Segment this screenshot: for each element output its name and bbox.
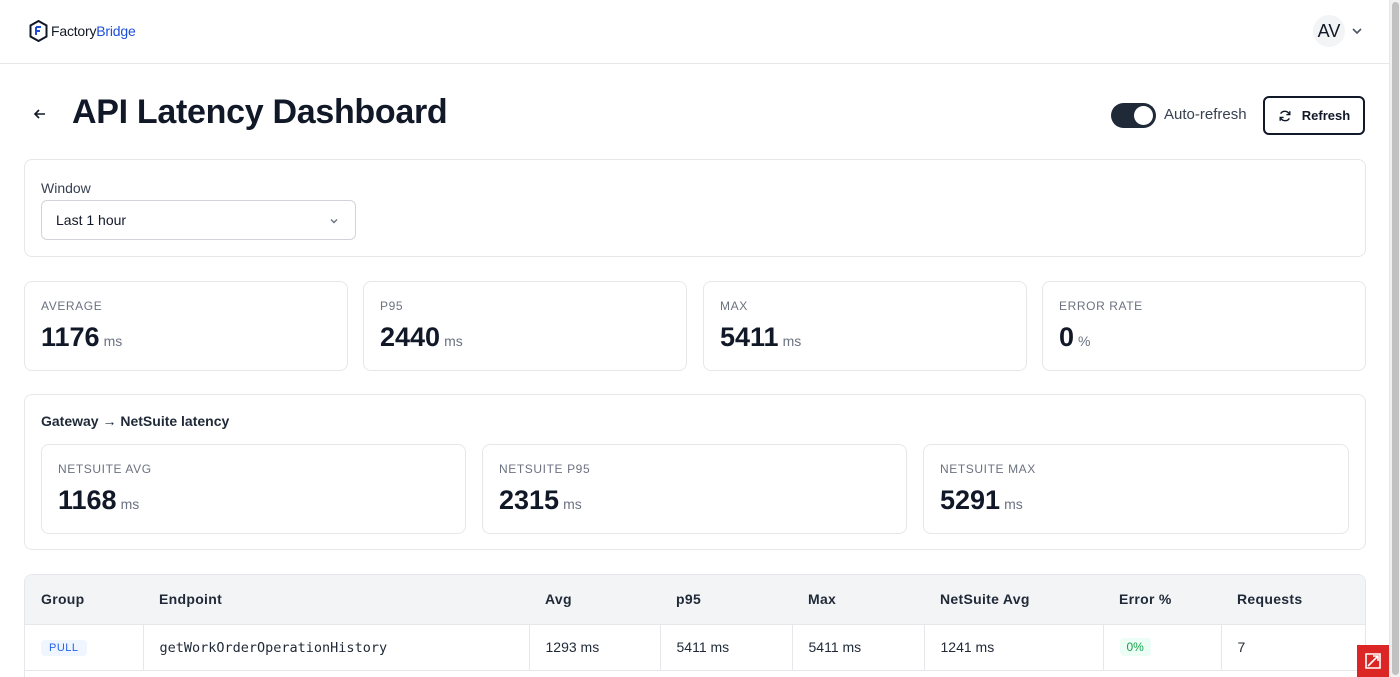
chevron-down-icon[interactable]	[1350, 24, 1364, 38]
column-header-max[interactable]: Max	[792, 575, 924, 625]
stat-value: 5411	[720, 322, 779, 352]
cell-avg: 1293 ms	[529, 624, 661, 671]
stat-unit: ms	[782, 333, 802, 349]
stat-unit: %	[1078, 333, 1091, 349]
top-bar: FactoryBridge AV	[0, 0, 1389, 64]
stat-unit: ms	[444, 333, 463, 349]
stat-unit: ms	[120, 496, 140, 512]
stat-unit: ms	[103, 333, 123, 349]
window-select[interactable]: Last 1 hour	[41, 200, 356, 240]
user-avatar[interactable]: AV	[1313, 15, 1345, 47]
stat-value: 2440	[380, 322, 441, 352]
table-row[interactable]: PULL getWorkOrderOperationHistory 1293 m…	[25, 624, 1365, 671]
toggle-knob	[1134, 106, 1153, 125]
factorybridge-logo-icon	[29, 20, 48, 42]
stat-value: 5291	[940, 485, 1001, 515]
stat-card-netsuite-max: NETSUITE MAX 5291 ms	[923, 444, 1349, 534]
endpoint-name: getWorkOrderOperationHistory	[159, 639, 388, 656]
stat-label: NETSUITE P95	[499, 462, 591, 476]
column-header-p95[interactable]: p95	[660, 575, 792, 625]
auto-refresh-toggle[interactable]	[1111, 103, 1156, 128]
extension-icon[interactable]	[1357, 645, 1389, 677]
stat-label: ERROR RATE	[1059, 299, 1143, 313]
column-header-group[interactable]: Group	[25, 575, 143, 625]
stat-unit: ms	[1004, 496, 1023, 512]
page-title: API Latency Dashboard	[72, 93, 448, 131]
column-header-error[interactable]: Error %	[1103, 575, 1221, 625]
table-header-row: Group Endpoint Avg p95 Max NetSuite Avg …	[25, 575, 1365, 625]
stat-card-max: MAX 5411 ms	[703, 281, 1027, 371]
stat-card-p95: P95 2440 ms	[363, 281, 687, 371]
arrow-left-icon	[33, 109, 45, 119]
brand-name: FactoryBridge	[51, 23, 136, 39]
stat-value: 2315	[499, 485, 560, 515]
stat-value: 1168	[58, 485, 117, 515]
column-header-endpoint[interactable]: Endpoint	[143, 575, 529, 625]
window-label: Window	[41, 180, 91, 196]
gateway-latency-card: Gateway → NetSuite latency NETSUITE AVG …	[24, 394, 1366, 550]
stat-value: 1176	[41, 322, 100, 352]
cell-max: 5411 ms	[792, 624, 925, 671]
refresh-label: Refresh	[1301, 108, 1351, 123]
cell-p95: 5411 ms	[660, 624, 793, 671]
page-scrollbar[interactable]	[1389, 0, 1400, 677]
auto-refresh-label: Auto-refresh	[1164, 106, 1247, 123]
stat-label: P95	[380, 299, 404, 313]
stat-unit: ms	[563, 496, 582, 512]
expand-icon	[1365, 653, 1381, 669]
column-header-requests[interactable]: Requests	[1221, 575, 1365, 625]
column-header-avg[interactable]: Avg	[529, 575, 660, 625]
brand-logo[interactable]: FactoryBridge	[29, 20, 136, 42]
group-badge: PULL	[41, 640, 87, 656]
window-select-value: Last 1 hour	[56, 212, 127, 228]
refresh-icon	[1279, 110, 1291, 121]
stat-value: 0	[1059, 322, 1075, 352]
back-button[interactable]	[30, 104, 50, 124]
stat-card-average: AVERAGE 1176 ms	[24, 281, 348, 371]
cell-endpoint: getWorkOrderOperationHistory	[143, 624, 530, 671]
column-header-netsuite-avg[interactable]: NetSuite Avg	[924, 575, 1103, 625]
stat-label: NETSUITE AVG	[58, 462, 152, 476]
stat-card-netsuite-avg: NETSUITE AVG 1168 ms	[41, 444, 466, 534]
endpoint-table: Group Endpoint Avg p95 Max NetSuite Avg …	[24, 574, 1366, 677]
error-badge: 0%	[1119, 638, 1151, 656]
stat-label: AVERAGE	[41, 299, 103, 313]
chevron-down-icon	[330, 219, 338, 224]
stat-label: NETSUITE MAX	[940, 462, 1036, 476]
cell-netsuite-avg: 1241 ms	[924, 624, 1104, 671]
stat-card-netsuite-p95: NETSUITE P95 2315 ms	[482, 444, 907, 534]
scrollbar-thumb[interactable]	[1392, 2, 1399, 675]
cell-requests: 7	[1221, 624, 1365, 671]
cell-group: PULL	[25, 624, 144, 671]
window-filter-card: Window Last 1 hour	[24, 159, 1366, 257]
gateway-title: Gateway → NetSuite latency	[41, 413, 230, 429]
refresh-button[interactable]: Refresh	[1263, 96, 1365, 135]
stat-card-error-rate: ERROR RATE 0%	[1042, 281, 1366, 371]
stat-label: MAX	[720, 299, 748, 313]
cell-error: 0%	[1103, 624, 1222, 671]
